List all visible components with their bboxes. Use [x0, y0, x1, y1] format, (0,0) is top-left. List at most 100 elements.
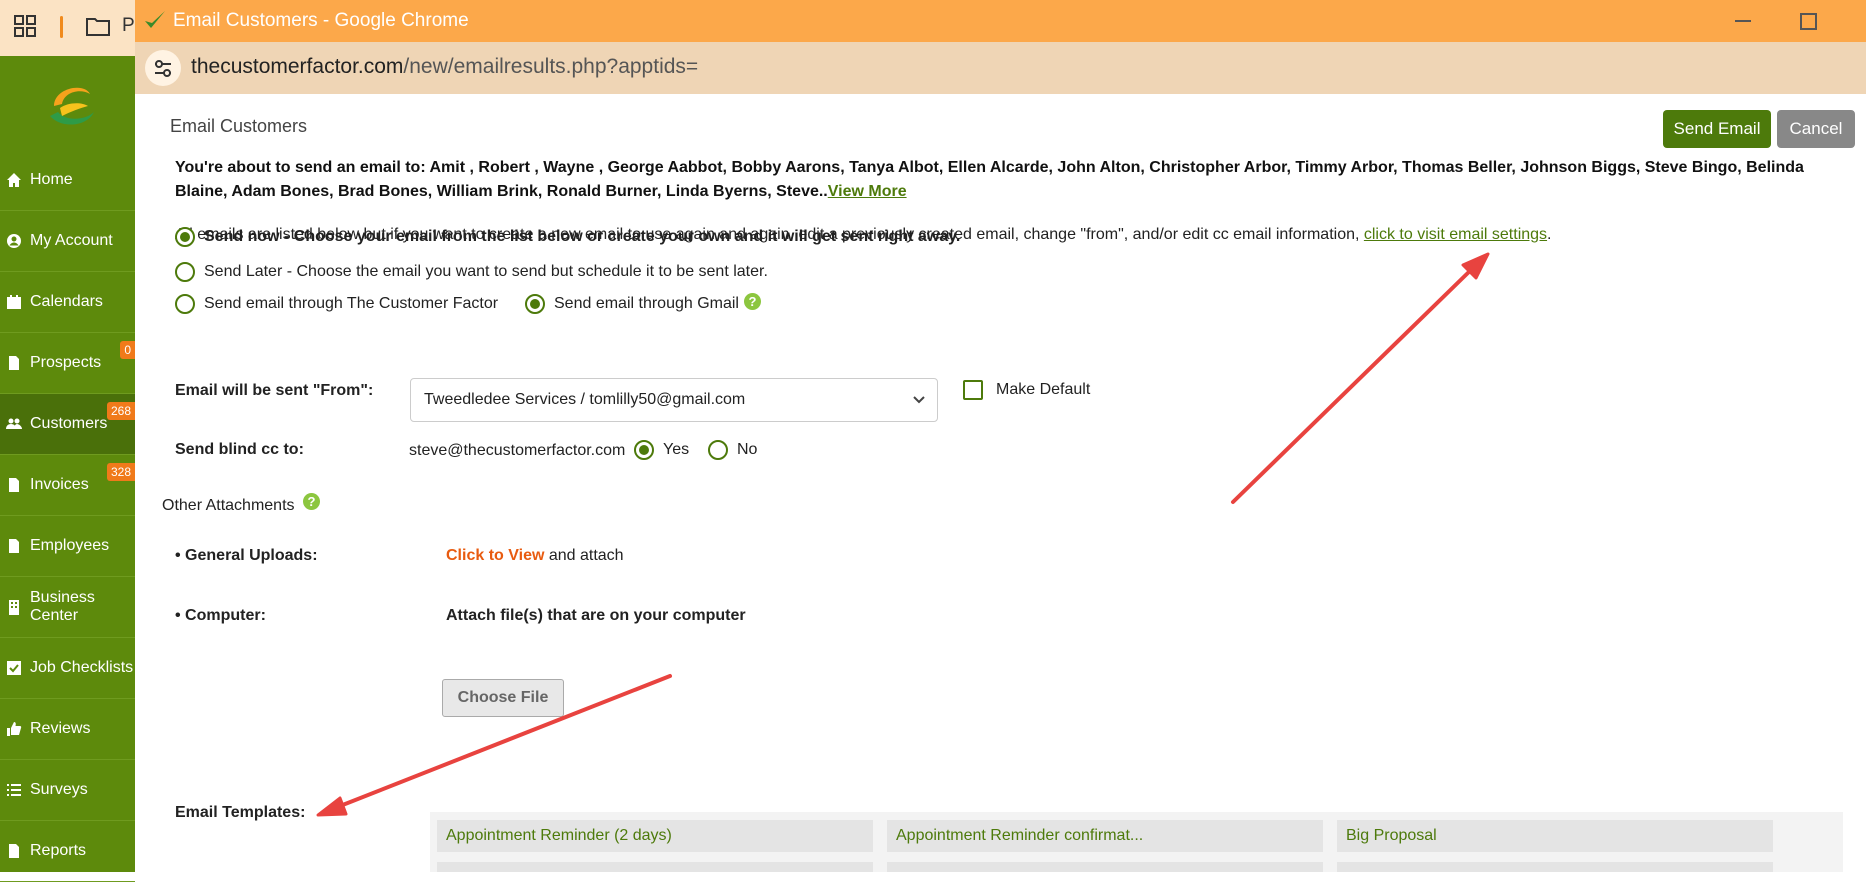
sidebar-item-label: My Account	[30, 232, 113, 249]
minimize-icon[interactable]	[1735, 20, 1751, 22]
sidebar-item-reports[interactable]: Reports	[0, 821, 135, 882]
send-later-label: Send Later - Choose the email you want t…	[204, 263, 768, 280]
bcc-no-option[interactable]: No	[708, 440, 757, 460]
window-titlebar: Email Customers - Google Chrome	[135, 0, 1866, 42]
recipients-text: You're about to send an email to: Amit ,…	[175, 159, 1804, 200]
bcc-no-label: No	[737, 441, 758, 458]
view-more-link[interactable]: View More	[828, 183, 907, 200]
attachments-help-icon[interactable]: ?	[302, 493, 320, 511]
sidebar-item-job-checklists[interactable]: Job Checklists	[0, 638, 135, 699]
sidebar-item-calendars[interactable]: Calendars	[0, 272, 135, 333]
sidebar-item-employees[interactable]: Employees	[0, 516, 135, 577]
sidebar: Home My Account Calendars Prospects 0 Cu…	[0, 56, 135, 882]
send-email-button[interactable]: Send Email	[1663, 110, 1771, 148]
bcc-label: Send blind cc to:	[175, 441, 304, 458]
send-now-label: Send now - Choose your email from the li…	[204, 228, 961, 245]
sidebar-item-label: Invoices	[30, 476, 89, 493]
send-now-radio[interactable]	[175, 227, 195, 247]
sidebar-item-reviews[interactable]: Reviews	[0, 699, 135, 760]
general-uploads-action: Click to View and attach	[446, 547, 624, 565]
list-icon	[7, 784, 21, 796]
template-item[interactable]: Appointment Reminder confirmat...	[887, 820, 1323, 852]
email-customers-page: Email Customers Send Email Cancel You're…	[135, 94, 1866, 872]
sidebar-item-my-account[interactable]: My Account	[0, 211, 135, 272]
choose-file-button[interactable]: Choose File	[442, 679, 564, 717]
general-uploads-label: • General Uploads:	[175, 547, 318, 564]
site-settings-icon[interactable]	[145, 50, 181, 86]
bcc-email: steve@thecustomerfactor.com	[409, 442, 626, 459]
send-via-gmail-option[interactable]: Send email through Gmail ?	[525, 292, 761, 314]
folder-icon[interactable]	[86, 16, 110, 36]
file-icon	[9, 844, 19, 858]
make-default-checkbox[interactable]	[963, 380, 983, 400]
window-title: Email Customers - Google Chrome	[173, 10, 469, 31]
sidebar-item-label: Calendars	[30, 293, 103, 310]
sidebar-item-surveys[interactable]: Surveys	[0, 760, 135, 821]
template-item[interactable]	[437, 862, 873, 872]
sidebar-item-label: Reports	[30, 842, 87, 859]
template-item[interactable]: Big Proposal	[1337, 820, 1773, 852]
url-path: /new/emailresults.php?apptids=	[403, 55, 699, 78]
recipients-list: You're about to send an email to: Amit ,…	[175, 156, 1855, 204]
calendar-icon	[7, 295, 21, 309]
app-toolbar: P	[0, 0, 135, 56]
send-later-option[interactable]: Send Later - Choose the email you want t…	[175, 262, 768, 282]
computer-label: • Computer:	[175, 607, 266, 624]
from-select[interactable]: Tweedledee Services / tomlilly50@gmail.c…	[410, 378, 938, 422]
send-now-option[interactable]: Send now - Choose your email from the li…	[175, 227, 960, 247]
customers-count-badge: 268	[106, 402, 135, 420]
attach-computer-text: Attach file(s) that are on your computer	[446, 607, 746, 624]
file-icon	[9, 356, 19, 370]
bcc-yes-option[interactable]: Yes	[634, 440, 689, 460]
click-to-view-link[interactable]: Click to View	[446, 547, 544, 564]
bcc-yes-radio[interactable]	[634, 440, 654, 460]
attachments-heading: Other Attachments ?	[162, 493, 320, 515]
sidebar-item-prospects[interactable]: Prospects 0	[0, 333, 135, 394]
email-templates-label: Email Templates:	[175, 804, 306, 821]
help-icon[interactable]: ?	[743, 292, 761, 310]
toolbar-divider	[60, 16, 63, 38]
send-via-gmail-radio[interactable]	[525, 294, 545, 314]
sidebar-item-customers[interactable]: Customers 268	[0, 394, 135, 455]
sidebar-item-label: Reviews	[30, 720, 91, 737]
file-icon	[9, 478, 19, 492]
apps-grid-icon[interactable]	[14, 15, 36, 37]
building-icon	[9, 600, 19, 615]
sidebar-item-home[interactable]: Home	[0, 150, 135, 211]
make-default-label: Make Default	[996, 381, 1091, 398]
company-logo	[50, 87, 94, 125]
email-settings-link[interactable]: click to visit email settings	[1364, 226, 1547, 243]
send-later-radio[interactable]	[175, 262, 195, 282]
bcc-yes-label: Yes	[663, 441, 690, 458]
page-title: Email Customers	[170, 116, 308, 136]
browser-window: Email Customers - Google Chrome thecusto…	[135, 0, 1866, 872]
template-item[interactable]: Appointment Reminder (2 days)	[437, 820, 873, 852]
home-icon	[7, 173, 21, 187]
url-domain: thecustomerfactor.com	[191, 55, 404, 78]
send-via-tcf-radio[interactable]	[175, 294, 195, 314]
attachments-title: Other Attachments	[162, 497, 295, 514]
send-via-tcf-option[interactable]: Send email through The Customer Factor	[175, 294, 498, 314]
chevron-down-icon	[913, 396, 925, 404]
bcc-no-radio[interactable]	[708, 440, 728, 460]
users-icon	[6, 418, 22, 429]
send-via-tcf-label: Send email through The Customer Factor	[204, 295, 499, 312]
template-item[interactable]	[1337, 862, 1773, 872]
user-circle-icon	[7, 234, 21, 248]
address-bar[interactable]: thecustomerfactor.com/new/emailresults.p…	[135, 42, 1866, 94]
maximize-icon[interactable]	[1800, 13, 1817, 30]
thumbs-up-icon	[7, 722, 22, 736]
template-item[interactable]	[887, 862, 1323, 872]
sidebar-item-business-center[interactable]: Business Center	[0, 577, 135, 638]
cancel-button[interactable]: Cancel	[1777, 110, 1855, 148]
sidebar-item-label: Prospects	[30, 354, 102, 371]
toolbar-partial-label: P	[122, 15, 135, 36]
sidebar-item-label: Employees	[30, 537, 110, 554]
sidebar-item-invoices[interactable]: Invoices 328	[0, 455, 135, 516]
and-attach-text: and attach	[544, 547, 624, 564]
sidebar-item-label: Surveys	[30, 781, 88, 798]
from-label: Email will be sent "From":	[175, 382, 374, 399]
send-via-gmail-label: Send email through Gmail	[554, 295, 739, 312]
url-text[interactable]: thecustomerfactor.com/new/emailresults.p…	[191, 55, 698, 79]
templates-grid: Appointment Reminder (2 days) Appointmen…	[430, 812, 1843, 872]
